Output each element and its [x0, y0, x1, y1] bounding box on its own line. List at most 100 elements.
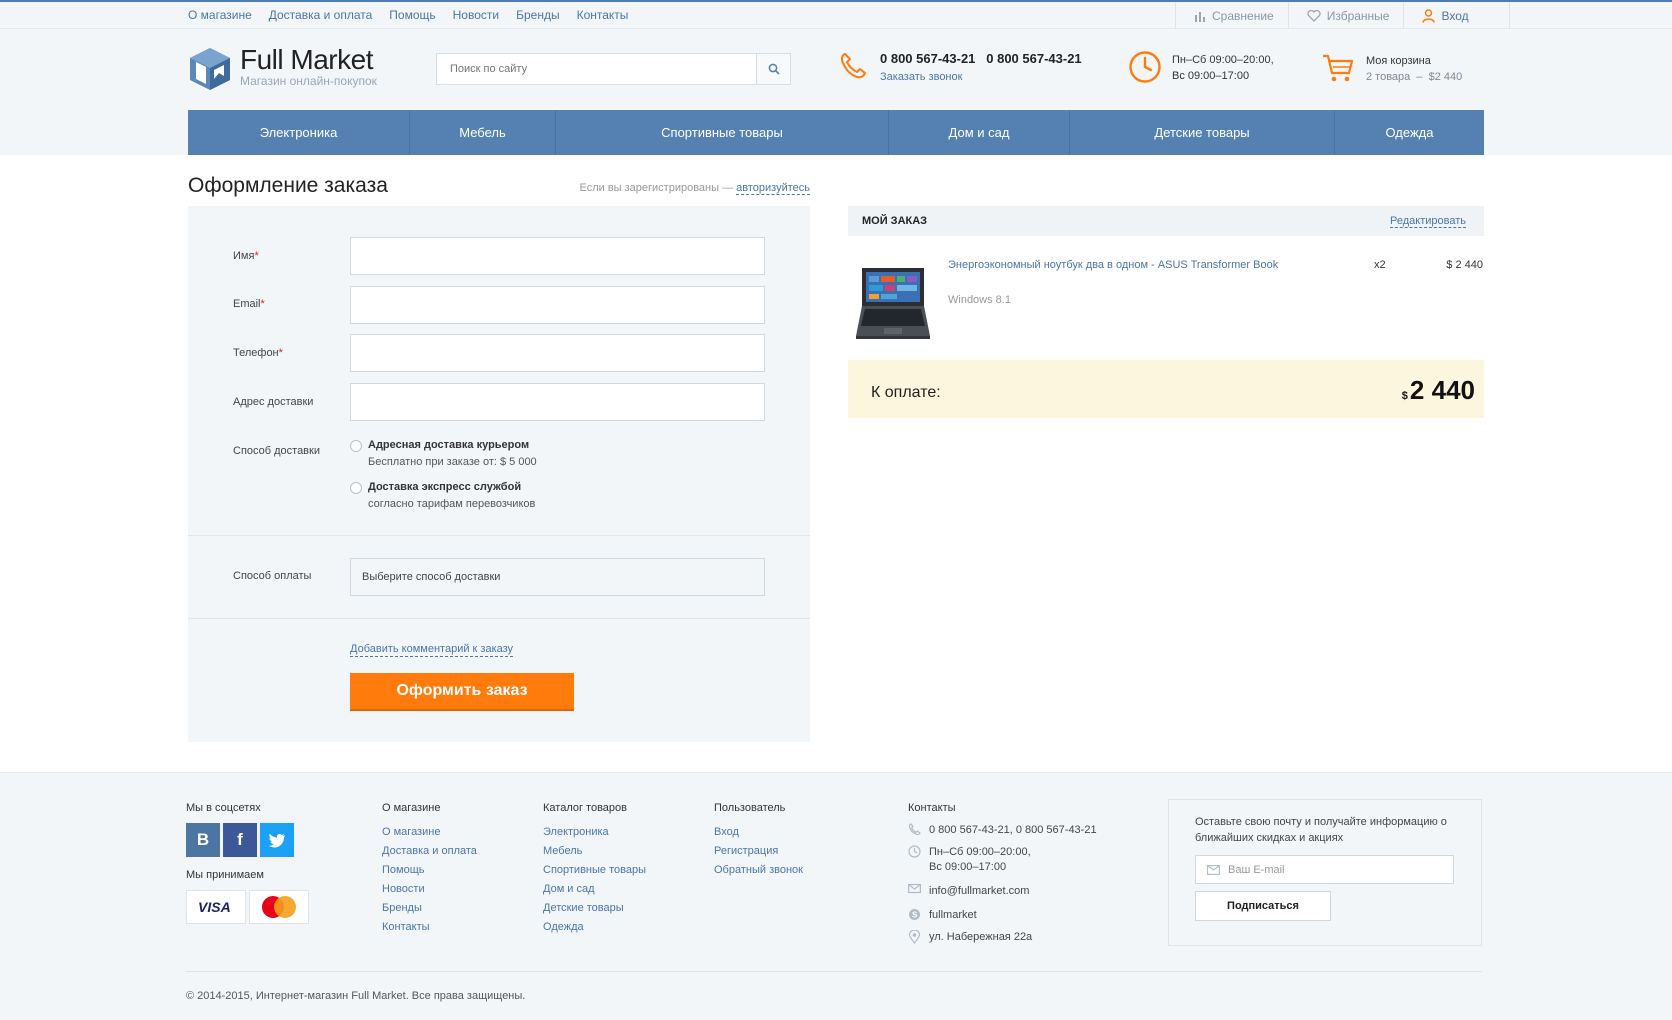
address-label: Адрес доставки: [233, 396, 314, 408]
footer-user-title: Пользователь: [714, 802, 786, 814]
top-nav-delivery[interactable]: Доставка и оплата: [269, 8, 373, 22]
hours-sunday: Вс 09:00–17:00: [1172, 70, 1250, 82]
contact-phone: 0 800 567-43-21, 0 800 567-43-21: [908, 823, 1097, 838]
contact-skype-text: fullmarket: [929, 909, 977, 921]
phone-text: 0 800 567-43-21 0 800 567-43-21 Заказать…: [880, 51, 1082, 83]
subscribe-box: Оставьте свою почту и получайте информац…: [1168, 799, 1482, 946]
payment-accept-title: Мы принимаем: [186, 869, 264, 881]
add-comment-link[interactable]: Добавить комментарий к заказу: [350, 643, 514, 657]
top-right-links: Сравнение Избранные Вход: [1175, 2, 1511, 29]
phone-field[interactable]: [350, 334, 765, 372]
search-icon: [768, 63, 780, 75]
compare-link[interactable]: Сравнение: [1175, 2, 1288, 29]
footer-link[interactable]: Детские товары: [543, 899, 646, 918]
footer-link[interactable]: Помощь: [382, 861, 477, 880]
edit-order-link[interactable]: Редактировать: [1390, 215, 1466, 228]
main-nav-sport[interactable]: Спортивные товары: [556, 110, 889, 155]
social-links: В f: [186, 823, 309, 857]
phone-block: 0 800 567-43-21 0 800 567-43-21 Заказать…: [838, 51, 1082, 83]
cube-logo-icon: [190, 48, 230, 90]
copyright: © 2014-2015, Интернет-магазин Full Marke…: [186, 990, 526, 1002]
footer-contacts-column: Контакты 0 800 567-43-21, 0 800 567-43-2…: [908, 802, 1097, 952]
vk-icon[interactable]: В: [186, 823, 220, 857]
delivery-option-express[interactable]: Доставка экспресс службой согласно тариф…: [350, 481, 535, 510]
contact-email: info@fullmarket.com: [908, 882, 1097, 901]
main-nav-kids[interactable]: Детские товары: [1070, 110, 1335, 155]
contact-address: ул. Набережная 22а: [908, 930, 1097, 945]
contact-email-link[interactable]: info@fullmarket.com: [929, 882, 1029, 901]
footer-about-column: О магазине О магазине Доставка и оплата …: [382, 802, 477, 937]
footer-link[interactable]: Электроника: [543, 823, 646, 842]
main-nav-electronics[interactable]: Электроника: [188, 110, 410, 155]
top-nav-contacts[interactable]: Контакты: [577, 8, 629, 22]
footer-link[interactable]: О магазине: [382, 823, 477, 842]
product-name-link[interactable]: Энергоэкономный ноутбук два в одном - AS…: [948, 259, 1278, 271]
authorize-link[interactable]: авторизуйтесь: [736, 182, 810, 195]
top-nav-about[interactable]: О магазине: [188, 8, 252, 22]
address-field[interactable]: [350, 383, 765, 421]
callback-link[interactable]: Заказать звонок: [880, 71, 1082, 83]
footer-link[interactable]: Обратный звонок: [714, 861, 803, 880]
footer-link[interactable]: Одежда: [543, 918, 646, 937]
radio-button[interactable]: [350, 482, 362, 494]
main-nav: Электроника Мебель Спортивные товары Дом…: [188, 110, 1484, 155]
order-header: МОЙ ЗАКАЗ Редактировать: [848, 206, 1484, 236]
email-label: Email*: [233, 298, 265, 310]
delivery-option-courier[interactable]: Адресная доставка курьером Бесплатно при…: [350, 439, 537, 468]
cart-block[interactable]: Моя корзина 2 товара – $2 440: [1322, 53, 1462, 85]
facebook-icon[interactable]: f: [223, 823, 257, 857]
top-nav-news[interactable]: Новости: [453, 8, 499, 22]
hours-text: Пн–Сб 09:00–20:00, Вс 09:00–17:00: [1172, 52, 1274, 84]
footer-link[interactable]: Мебель: [543, 842, 646, 861]
footer-link[interactable]: Регистрация: [714, 842, 803, 861]
top-nav-brands[interactable]: Бренды: [516, 8, 559, 22]
payment-method-select[interactable]: Выберите способ доставки: [350, 558, 765, 596]
svg-text:S: S: [912, 911, 918, 920]
phone-icon: [908, 823, 921, 836]
mastercard-logo-icon: [249, 890, 309, 924]
favorites-link[interactable]: Избранные: [1287, 2, 1404, 29]
footer-link[interactable]: Контакты: [382, 918, 477, 937]
login-prompt-text: Если вы зарегистрированы —: [579, 182, 737, 194]
footer-link[interactable]: Вход: [714, 823, 803, 842]
svg-text:VISA: VISA: [198, 900, 231, 914]
total-amount: 2 440: [1409, 375, 1475, 405]
checkout-form: Имя* Email* Телефон* Адрес доставки Спос…: [188, 206, 810, 742]
footer-link[interactable]: Дом и сад: [543, 880, 646, 899]
subscribe-button[interactable]: Подписаться: [1195, 891, 1331, 921]
search-input[interactable]: [437, 54, 757, 84]
footer-link[interactable]: Доставка и оплата: [382, 842, 477, 861]
subscribe-email-input[interactable]: Ваш E-mail: [1195, 855, 1454, 884]
footer-user-column: Пользователь Вход Регистрация Обратный з…: [714, 802, 803, 880]
clock-icon: [908, 845, 921, 858]
login-prompt: Если вы зарегистрированы — авторизуйтесь: [579, 182, 810, 195]
main-nav-home-garden[interactable]: Дом и сад: [889, 110, 1070, 155]
main-nav-furniture[interactable]: Мебель: [410, 110, 556, 155]
login-label: Вход: [1441, 8, 1469, 23]
hours-block: Пн–Сб 09:00–20:00, Вс 09:00–17:00: [1128, 50, 1274, 84]
top-nav-help[interactable]: Помощь: [389, 8, 435, 22]
footer-link[interactable]: Бренды: [382, 899, 477, 918]
footer-link[interactable]: Спортивные товары: [543, 861, 646, 880]
name-field[interactable]: [350, 237, 765, 275]
delivery-option-title: Доставка экспресс службой: [368, 481, 522, 493]
main-nav-clothes[interactable]: Одежда: [1335, 110, 1484, 155]
skype-icon: S: [909, 909, 920, 920]
logo[interactable]: Full Market Магазин онлайн-покупок: [188, 46, 377, 92]
logo-name: Full Market: [240, 44, 373, 75]
twitter-icon[interactable]: [260, 823, 294, 857]
order-total: К оплате: $2 440: [848, 360, 1484, 418]
contact-hours-weekdays: Пн–Сб 09:00–20:00,: [929, 846, 1031, 858]
search-button[interactable]: [756, 54, 790, 84]
favorites-label: Избранные: [1326, 8, 1390, 23]
laptop-product-image[interactable]: [854, 266, 932, 342]
order-title: МОЙ ЗАКАЗ: [862, 215, 928, 227]
compare-label: Сравнение: [1212, 8, 1274, 23]
footer-about-title: О магазине: [382, 802, 441, 814]
place-order-button[interactable]: Оформить заказ: [350, 673, 574, 711]
footer-link[interactable]: Новости: [382, 880, 477, 899]
login-link[interactable]: Вход: [1403, 2, 1511, 29]
radio-button[interactable]: [350, 440, 362, 452]
email-field[interactable]: [350, 286, 765, 324]
divider: [188, 535, 810, 536]
